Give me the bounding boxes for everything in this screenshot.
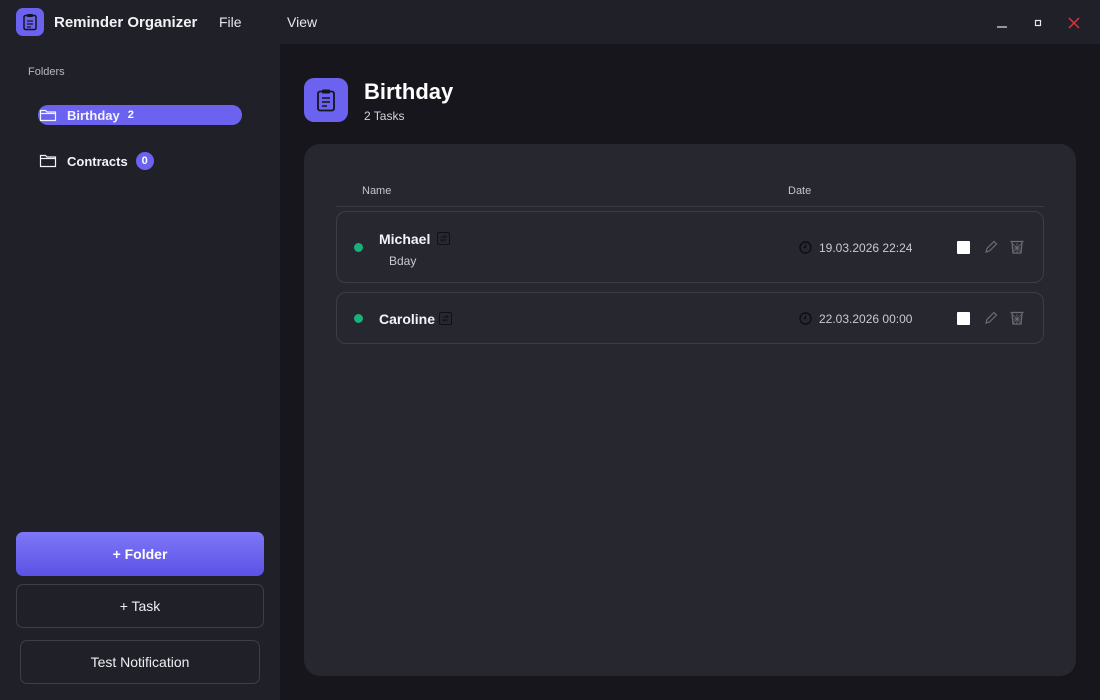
folder-count-badge: 0 — [135, 152, 154, 170]
status-dot — [354, 314, 363, 323]
clipboard-icon — [16, 8, 44, 36]
edit-icon[interactable] — [983, 310, 999, 326]
add-task-button[interactable]: + Task — [16, 584, 264, 628]
repeat-icon — [439, 312, 452, 325]
close-icon[interactable] — [1063, 12, 1085, 34]
page-title: Birthday — [364, 79, 454, 104]
add-folder-button[interactable]: + Folder — [16, 532, 264, 576]
clock-icon — [799, 312, 812, 325]
clipboard-icon — [304, 78, 348, 122]
task-date: 22.03.2026 00:00 — [819, 312, 913, 326]
column-header-date: Date — [788, 185, 812, 197]
sidebar-folder-birthday[interactable]: Birthday 2 — [38, 105, 242, 125]
clock-icon — [799, 241, 812, 254]
task-date: 19.03.2026 22:24 — [819, 241, 913, 255]
header-divider — [336, 206, 1044, 207]
trash-icon[interactable] — [1009, 239, 1025, 255]
task-note: Bday — [389, 254, 417, 268]
folders-heading: Folders — [28, 66, 65, 78]
status-dot — [354, 243, 363, 252]
complete-checkbox[interactable] — [957, 312, 970, 325]
minimize-icon[interactable] — [991, 12, 1013, 34]
task-row[interactable]: Michael Bday 19.03.2026 22:24 — [336, 211, 1044, 283]
task-count: 2 Tasks — [364, 109, 405, 123]
repeat-icon — [437, 232, 450, 245]
complete-checkbox[interactable] — [957, 241, 970, 254]
sidebar: Folders Birthday 2 Contracts 0 + Folder … — [0, 44, 280, 700]
task-row[interactable]: Caroline 22.03.2026 00:00 — [336, 292, 1044, 344]
task-name: Michael — [379, 231, 431, 247]
folder-name: Contracts — [67, 153, 128, 169]
folder-icon — [39, 154, 57, 168]
folder-open-icon — [39, 109, 57, 122]
folder-name: Birthday — [67, 107, 120, 123]
folder-count: 2 — [127, 109, 134, 121]
task-name: Caroline — [379, 311, 436, 327]
title-bar: Reminder Organizer File View — [0, 0, 1100, 44]
edit-icon[interactable] — [983, 239, 999, 255]
maximize-icon[interactable] — [1027, 12, 1049, 34]
app-title: Reminder Organizer — [54, 14, 198, 31]
menu-file[interactable]: File — [219, 14, 242, 30]
test-notification-button[interactable]: Test Notification — [20, 640, 260, 684]
trash-icon[interactable] — [1009, 310, 1025, 326]
menu-view[interactable]: View — [287, 14, 317, 30]
sidebar-folder-contracts[interactable]: Contracts 0 — [38, 151, 242, 171]
task-panel: Name Date Michael Bday 19.03.2026 22:24 … — [304, 144, 1076, 676]
column-header-name: Name — [362, 185, 392, 197]
